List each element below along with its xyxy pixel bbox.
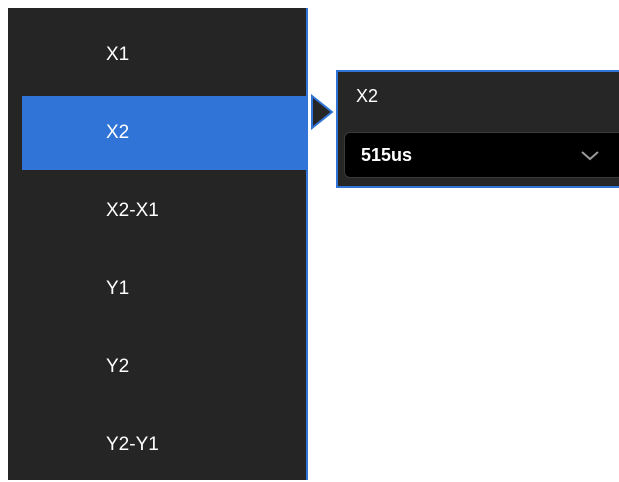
x2-panel: X2 515us xyxy=(336,70,619,188)
x2-value: 515us xyxy=(361,145,413,165)
cursor-menu: X1 X2 X2-X1 Y1 Y2 Y2-Y1 xyxy=(8,8,308,480)
menu-item-label: X2 xyxy=(106,122,130,143)
menu-item-x1[interactable]: X1 xyxy=(22,18,308,92)
menu-item-y2-y1[interactable]: Y2-Y1 xyxy=(22,408,308,482)
menu-item-label: Y2-Y1 xyxy=(106,434,159,455)
panel-title: X2 xyxy=(356,86,379,106)
menu-item-x2-x1[interactable]: X2-X1 xyxy=(22,174,308,248)
menu-item-y1[interactable]: Y1 xyxy=(22,252,308,326)
chevron-down-icon xyxy=(578,143,602,167)
menu-item-label: X2-X1 xyxy=(106,200,159,221)
menu-item-y2[interactable]: Y2 xyxy=(22,330,308,404)
menu-item-label: X1 xyxy=(106,44,130,65)
submenu-arrow-icon xyxy=(310,92,334,132)
menu-item-x2[interactable]: X2 xyxy=(22,96,308,170)
menu-item-label: Y2 xyxy=(106,356,130,377)
x2-value-select[interactable]: 515us xyxy=(344,132,619,178)
menu-item-label: Y1 xyxy=(106,278,130,299)
